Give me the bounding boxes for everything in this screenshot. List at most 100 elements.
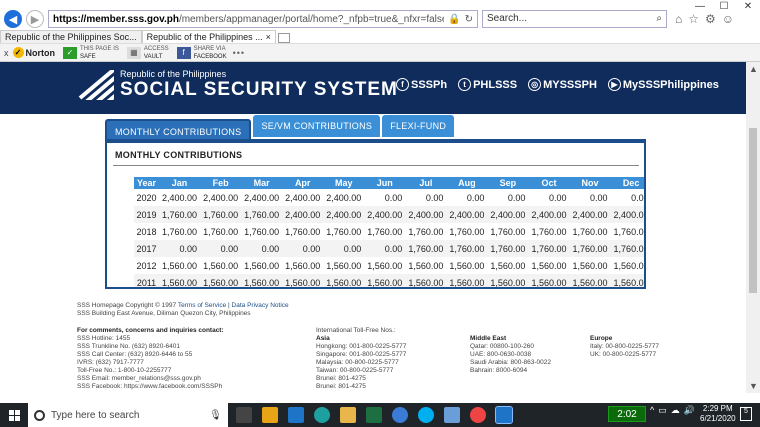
notification-icon[interactable]: 5	[740, 407, 752, 421]
taskbar-search-input[interactable]: Type here to search 🎙	[28, 403, 228, 427]
timer-badge[interactable]: 2:02	[608, 406, 646, 422]
amount-cell: 0.00	[200, 240, 242, 257]
search-icon[interactable]: ⌕	[656, 13, 662, 25]
tab-flexi-fund[interactable]: FLEXI-FUND	[382, 115, 455, 137]
column-header: Jul	[405, 177, 447, 189]
refresh-icon[interactable]: ↻	[465, 14, 473, 25]
cloud-icon[interactable]: ☁	[671, 405, 680, 416]
edge-icon[interactable]	[314, 407, 330, 423]
more-options-icon[interactable]: •••	[233, 48, 245, 58]
chrome-icon[interactable]	[470, 407, 486, 423]
region-line: Singapore: 001-800-0225-5777	[316, 351, 407, 358]
amount-cell: 1,760.00	[405, 240, 447, 257]
amount-cell: 1,760.00	[367, 226, 403, 237]
region-name: Europe	[590, 335, 613, 342]
internet-explorer-icon[interactable]	[495, 406, 513, 424]
back-button[interactable]: ◀	[4, 10, 22, 28]
clock[interactable]: 2:29 PM 6/21/2020	[700, 404, 736, 424]
network-icon[interactable]: ▭	[658, 405, 667, 416]
facebook-link[interactable]: f SSSPh	[396, 78, 447, 91]
browser-tab-active[interactable]: Republic of the Philippines ... ×	[141, 30, 276, 43]
tab-title: Republic of the Philippines Soc...	[5, 32, 137, 42]
norton-safe-item[interactable]: ✓ THIS PAGE IS SAFE	[63, 45, 119, 61]
divider	[113, 165, 639, 166]
chevron-up-icon[interactable]: ^	[650, 405, 654, 416]
amount-cell: 0.00	[548, 192, 567, 203]
contact-line: SSS Call Center: (632) 8920-6446 to 55	[77, 351, 193, 358]
column-header: Jan	[159, 177, 201, 189]
forward-button[interactable]: ▶	[26, 10, 44, 28]
browser-tab-row: Republic of the Philippines Soc... Repub…	[0, 30, 760, 44]
privacy-link[interactable]: Data Privacy Notice	[232, 302, 289, 309]
norton-check-icon: ✓	[12, 47, 24, 58]
task-view-icon[interactable]	[236, 407, 252, 423]
microphone-icon[interactable]: 🎙	[209, 410, 222, 421]
amount-cell: 1,560.00	[613, 260, 646, 271]
terms-link[interactable]: Terms of Service	[178, 302, 226, 309]
amount-cell: 1,560.00	[159, 274, 201, 287]
favorites-icon[interactable]: ☆	[688, 12, 699, 26]
home-icon[interactable]: ⌂	[675, 12, 682, 26]
region-line: Brunei: 801-4275	[316, 375, 366, 382]
smiley-icon[interactable]: ☺	[722, 12, 734, 26]
amount-cell: 0.00	[384, 192, 403, 203]
amount-cell: 1,560.00	[449, 260, 485, 271]
amount-cell: 1,760.00	[285, 226, 321, 237]
app-icon[interactable]	[392, 407, 408, 423]
excel-icon[interactable]	[366, 407, 382, 423]
amount-cell: 0.00	[425, 192, 444, 203]
amount-cell: 2,400.00	[162, 192, 198, 203]
twitter-icon: t	[458, 78, 472, 91]
region-asia: Asia Hongkong: 001-800-0225-5777 Singapore…	[316, 335, 406, 391]
new-tab-button[interactable]	[277, 33, 290, 43]
sss-logo	[78, 70, 114, 100]
amount-cell: 2,400.00	[569, 206, 611, 223]
taskbar: Type here to search 🎙	[0, 403, 760, 427]
norton-item-bottom: SAFE	[80, 53, 96, 60]
norton-item-top: SHARE VIA	[193, 45, 226, 52]
instagram-link[interactable]: ◎ MYSSSPH	[528, 78, 597, 91]
social-label: SSSPh	[411, 78, 448, 91]
norton-close-icon[interactable]: x	[4, 48, 9, 58]
amount-cell: 1,760.00	[162, 226, 198, 237]
scroll-down-icon[interactable]: ▼	[749, 381, 758, 391]
file-explorer-icon[interactable]	[340, 407, 356, 423]
twitter-link[interactable]: t PHLSSS	[458, 78, 517, 91]
amount-cell: 0.00	[590, 192, 608, 203]
browser-tab[interactable]: Republic of the Philippines Soc...	[0, 30, 142, 43]
amount-cell: 1,560.00	[326, 260, 362, 271]
taskbar-search-placeholder: Type here to search	[51, 409, 140, 421]
scroll-thumb[interactable]	[749, 128, 757, 293]
region-line: Saudi Arabia: 800-863-0022	[470, 359, 551, 366]
amount-cell: 1,560.00	[405, 274, 447, 287]
contact-line: SSS Trunkline No. (632) 8920-6401	[77, 343, 180, 350]
youtube-link[interactable]: ▶ MySSSPhilippines	[607, 78, 719, 91]
store-icon[interactable]	[262, 407, 278, 423]
column-header: Aug	[446, 177, 488, 189]
column-header: Jun	[364, 177, 406, 189]
amount-cell: 1,560.00	[408, 260, 444, 271]
amount-cell: 1,560.00	[487, 274, 529, 287]
skype-icon[interactable]	[418, 407, 434, 423]
address-bar[interactable]: https://member.sss.gov.ph /members/appma…	[48, 10, 478, 28]
browser-search-input[interactable]: Search... ⌕	[482, 10, 667, 28]
amount-cell: 1,760.00	[326, 226, 362, 237]
mail-icon[interactable]	[288, 407, 304, 423]
start-button[interactable]	[0, 403, 28, 427]
amount-cell: 2,400.00	[203, 192, 239, 203]
tab-se-vm-contributions[interactable]: SE/VM CONTRIBUTIONS	[253, 115, 381, 137]
amount-cell: 1,560.00	[367, 260, 403, 271]
contact-line: SSS Email: member_relations@sss.gov.ph	[77, 375, 201, 382]
app-icon[interactable]	[444, 407, 460, 423]
social-label: PHLSSS	[473, 78, 518, 91]
page-scrollbar[interactable]: ▲ ▼	[746, 62, 760, 393]
volume-icon[interactable]: 🔊	[684, 405, 695, 416]
norton-facebook-item[interactable]: f SHARE VIA FACEBOOK	[176, 45, 227, 61]
norton-vault-item[interactable]: ▦ ACCESS VAULT	[126, 45, 169, 61]
tab-close-icon[interactable]: ×	[266, 32, 271, 42]
amount-cell: 0.00	[282, 240, 324, 257]
contact-line: SSS Facebook: https://www.facebook.com/S…	[77, 383, 223, 390]
settings-icon[interactable]: ⚙	[705, 12, 716, 26]
amount-cell: 1,760.00	[487, 240, 529, 257]
scroll-up-icon[interactable]: ▲	[749, 64, 758, 74]
